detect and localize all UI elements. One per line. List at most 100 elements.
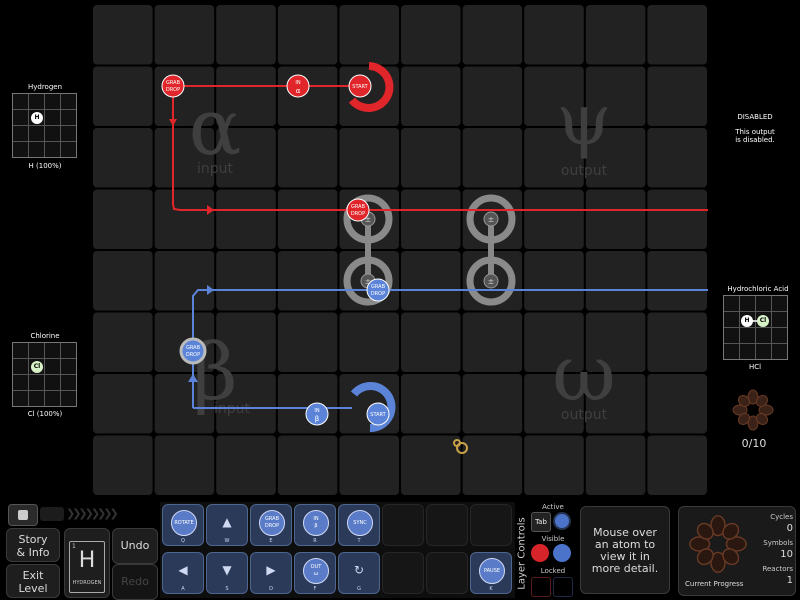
pause-button[interactable]: PAUSE K <box>470 552 512 594</box>
grid-cell[interactable] <box>93 312 153 373</box>
grid-cell[interactable] <box>585 5 646 65</box>
red-grab-drop-2[interactable]: GRAB DROP <box>346 198 370 222</box>
undo-button[interactable]: Undo <box>112 528 158 564</box>
instruction-button[interactable]: SYNC T <box>338 504 380 546</box>
in-text: IN <box>295 80 300 86</box>
locked-red-toggle[interactable] <box>531 577 551 597</box>
grid-cell[interactable] <box>216 189 276 250</box>
grid-cell[interactable] <box>154 251 215 311</box>
grid-cell[interactable] <box>339 128 399 188</box>
instruction-button[interactable]: ROTATE Q <box>162 504 204 546</box>
grid-cell[interactable] <box>277 435 338 496</box>
grid-cell[interactable] <box>401 5 461 65</box>
grid-cell[interactable] <box>277 5 338 65</box>
grid-cell[interactable] <box>647 189 707 250</box>
grid-cell[interactable] <box>93 66 153 127</box>
grid-cell[interactable] <box>647 251 707 311</box>
grid-cell[interactable] <box>462 5 523 65</box>
grid-cell[interactable] <box>401 251 461 311</box>
element-card[interactable]: 1 H HYDROGEN <box>64 528 110 598</box>
grid-cell[interactable] <box>401 189 461 250</box>
grab-text: GRAB <box>371 284 386 290</box>
visible-blue-toggle[interactable] <box>553 544 571 562</box>
blue-grab-drop-1[interactable]: GRAB DROP <box>179 337 207 365</box>
grid-cell[interactable] <box>93 251 153 311</box>
grid-cell[interactable] <box>154 435 215 496</box>
grid-cell[interactable] <box>585 189 646 250</box>
grid-cell[interactable] <box>647 66 707 127</box>
active-layer-blue-button[interactable] <box>553 512 571 530</box>
speed-controls[interactable]: ❯❯❯❯❯❯❯❯ <box>6 504 158 526</box>
alpha-molecule-name: Hydrogen <box>27 83 63 91</box>
reactor-grid[interactable]: α input ψ output β input ω output ± ± ± … <box>92 4 708 496</box>
grid-cell[interactable] <box>216 435 276 496</box>
grid-cell[interactable] <box>647 312 707 373</box>
blue-start[interactable]: START <box>366 402 390 426</box>
red-in-alpha[interactable]: IN α <box>286 74 310 98</box>
grid-cell[interactable] <box>401 312 461 373</box>
instruction-button[interactable]: IN β R <box>294 504 336 546</box>
grid-cell[interactable] <box>524 189 584 250</box>
grid-cell[interactable] <box>277 312 338 373</box>
visible-red-toggle[interactable] <box>531 544 549 562</box>
grid-cell[interactable] <box>93 189 153 250</box>
grid-cell[interactable] <box>339 5 399 65</box>
omega-output-panel[interactable]: Hydrochloric Acid <box>720 285 796 293</box>
exit-level-button[interactable]: Exit Level <box>6 564 60 598</box>
grid-cell[interactable] <box>93 435 153 496</box>
redo-button[interactable]: Redo <box>112 564 158 600</box>
grid-cell[interactable] <box>462 435 523 496</box>
red-start[interactable]: START <box>348 74 372 98</box>
grid-cell[interactable] <box>93 128 153 188</box>
grid-cell[interactable] <box>462 128 523 188</box>
grid-cell[interactable] <box>216 5 276 65</box>
grid-cell[interactable] <box>401 128 461 188</box>
instruction-button[interactable]: ◀ A <box>162 552 204 594</box>
grid-cell[interactable] <box>647 374 707 434</box>
instruction-button[interactable]: ▶ D <box>250 552 292 594</box>
grid-cell[interactable] <box>462 312 523 373</box>
grid-cell[interactable] <box>524 5 584 65</box>
red-grab-drop-1[interactable]: GRAB DROP <box>161 74 185 98</box>
grid-cell[interactable] <box>401 66 461 127</box>
grid-cell[interactable] <box>585 435 646 496</box>
beta-input-panel[interactable]: Chlorine <box>12 332 78 340</box>
grid-cell[interactable] <box>524 251 584 311</box>
locked-blue-toggle[interactable] <box>553 577 573 597</box>
grid-cell[interactable] <box>647 5 707 65</box>
grid-cell[interactable] <box>277 374 338 434</box>
grid-cell[interactable] <box>647 128 707 188</box>
blue-in-beta[interactable]: IN β <box>305 402 329 426</box>
instruction-button[interactable]: OUT ω F <box>294 552 336 594</box>
tab-key-button[interactable]: Tab <box>531 512 551 532</box>
alpha-input-panel[interactable]: Hydrogen <box>12 83 78 91</box>
grid-cell[interactable] <box>524 435 584 496</box>
grid-cell[interactable] <box>154 189 215 250</box>
grid-cell[interactable] <box>93 374 153 434</box>
grid-cell[interactable] <box>277 128 338 188</box>
grid-cell[interactable] <box>154 5 215 65</box>
grid-cell[interactable] <box>339 312 399 373</box>
grid-cell[interactable] <box>401 374 461 434</box>
pause-speed-button[interactable] <box>40 507 64 521</box>
story-info-button[interactable]: Story & Info <box>6 528 60 562</box>
instruction-button[interactable]: ▲ W <box>206 504 248 546</box>
grid-cell[interactable] <box>339 435 399 496</box>
element-symbol: H <box>78 548 96 573</box>
grid-cell[interactable] <box>462 374 523 434</box>
grid-cell[interactable] <box>277 66 338 127</box>
grid-cell[interactable] <box>647 435 707 496</box>
grid-cell[interactable] <box>93 5 153 65</box>
grid-cell[interactable] <box>585 251 646 311</box>
grid-cell[interactable] <box>462 66 523 127</box>
instruction-button[interactable]: ↻ G <box>338 552 380 594</box>
stop-button[interactable] <box>8 504 38 526</box>
grid-cell[interactable] <box>277 189 338 250</box>
grid-cell[interactable] <box>277 251 338 311</box>
speed-chevrons-icon[interactable]: ❯❯❯❯❯❯❯❯ <box>66 507 119 520</box>
instruction-button[interactable]: GRAB DROP E <box>250 504 292 546</box>
instruction-button[interactable]: ▼ S <box>206 552 248 594</box>
blue-grab-drop-2[interactable]: GRAB DROP <box>366 278 390 302</box>
grid-cell[interactable] <box>216 251 276 311</box>
instruction-sublabel: β <box>314 523 318 529</box>
